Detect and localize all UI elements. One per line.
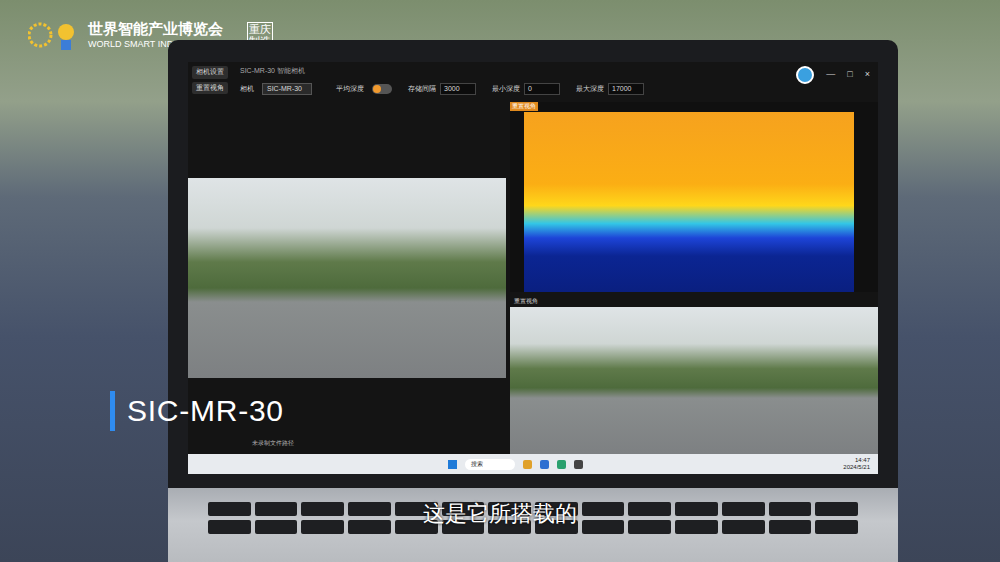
camera-label: 相机 <box>240 84 254 95</box>
camera-select[interactable]: SIC-MR-30 <box>262 83 312 96</box>
window-control[interactable]: □ <box>847 68 852 82</box>
product-caption: SIC-MR-30 <box>110 388 284 433</box>
toolbar: 相机设置重置视角 SIC-MR-30 智能相机相机 SIC-MR-30 平均深度 存储间… <box>188 62 878 102</box>
key[interactable] <box>348 520 391 534</box>
app-icon[interactable] <box>557 460 566 469</box>
video-frame: 世界智能产业博览会WORLD SMART INDUSTRY EXPO重庆制造相机… <box>0 0 1000 562</box>
taskbar-time: 14:47 <box>855 457 870 465</box>
key[interactable] <box>769 520 812 534</box>
field-label: 最大深度 <box>576 84 604 95</box>
window-control[interactable]: × <box>865 68 870 82</box>
key[interactable] <box>255 520 298 534</box>
key[interactable] <box>722 520 765 534</box>
key[interactable] <box>208 520 251 534</box>
field-input[interactable]: 17000 <box>608 83 644 96</box>
side-button[interactable]: 重置视角 <box>192 82 228 95</box>
laptop: 相机设置重置视角 SIC-MR-30 智能相机相机 SIC-MR-30 平均深度 存储间… <box>168 40 898 562</box>
depth-map <box>524 112 854 292</box>
key[interactable] <box>301 502 344 516</box>
taskbar-search[interactable]: 搜索 <box>465 459 515 470</box>
window-control[interactable]: — <box>826 68 835 82</box>
key[interactable] <box>255 502 298 516</box>
key[interactable] <box>628 502 671 516</box>
key[interactable] <box>582 502 625 516</box>
key[interactable] <box>815 520 858 534</box>
depth-panel: 重置视角 <box>510 102 878 292</box>
taskbar-date: 2024/5/21 <box>843 464 870 472</box>
key[interactable] <box>628 520 671 534</box>
taskbar: 搜索 14:472024/5/21 <box>188 454 878 474</box>
field-label: 最小深度 <box>492 84 520 95</box>
key[interactable] <box>815 502 858 516</box>
side-button[interactable]: 相机设置 <box>192 66 228 79</box>
key[interactable] <box>722 502 765 516</box>
key[interactable] <box>582 520 625 534</box>
app-icon[interactable] <box>540 460 549 469</box>
subtitle: 这是它所搭载的 <box>0 497 1000 530</box>
app-icon[interactable] <box>523 460 532 469</box>
camera-view-main <box>188 178 506 378</box>
key[interactable] <box>675 520 718 534</box>
key[interactable] <box>301 520 344 534</box>
key[interactable] <box>769 502 812 516</box>
field-label: 存储间隔 <box>408 84 436 95</box>
app-window: 相机设置重置视角 SIC-MR-30 智能相机相机 SIC-MR-30 平均深度 存储间… <box>188 62 878 474</box>
average-depth-toggle[interactable] <box>372 84 392 94</box>
field-input[interactable]: 0 <box>524 83 560 96</box>
camera-panel: 重置视角 <box>510 296 878 454</box>
app-icon[interactable] <box>574 460 583 469</box>
field-input[interactable]: 3000 <box>440 83 476 96</box>
key[interactable] <box>208 502 251 516</box>
window-title: SIC-MR-30 智能相机 <box>240 66 784 77</box>
left-note: 未录制文件路径 <box>252 439 294 448</box>
expo-name: 世界智能产业博览会 <box>88 20 231 39</box>
windows-icon[interactable] <box>448 460 457 469</box>
key[interactable] <box>348 502 391 516</box>
camera-view-secondary <box>510 307 878 454</box>
app-avatar-icon[interactable] <box>796 66 814 84</box>
expo-emblem-icon <box>28 18 80 52</box>
average-depth-label: 平均深度 <box>336 84 364 95</box>
key[interactable] <box>675 502 718 516</box>
depth-tag: 重置视角 <box>510 102 538 111</box>
camera-tag: 重置视角 <box>510 296 878 307</box>
